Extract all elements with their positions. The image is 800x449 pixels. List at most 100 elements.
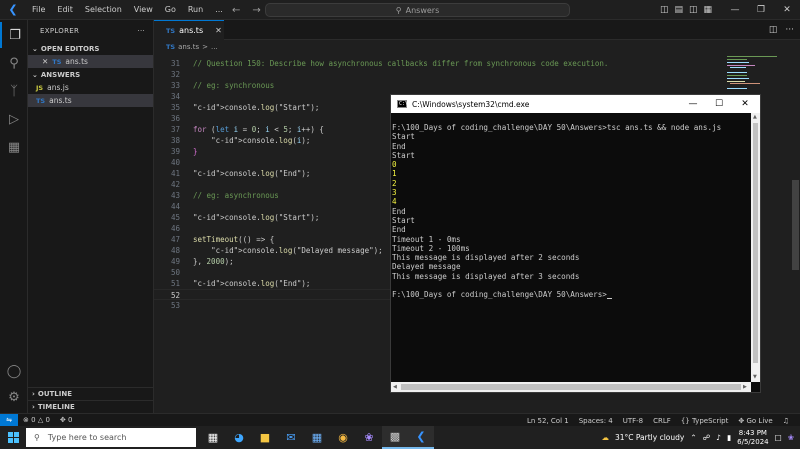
- scroll-up-icon[interactable]: ▲: [753, 114, 757, 120]
- remote-icon[interactable]: ⇋: [0, 413, 18, 427]
- outline-section[interactable]: › OUTLINE: [28, 387, 154, 400]
- layout-controls: ◫ ▤ ◫ ▦: [660, 0, 712, 20]
- weather-text[interactable]: 31°C Partly cloudy: [615, 433, 684, 442]
- open-editors-section[interactable]: ⌄ OPEN EDITORS: [28, 42, 153, 55]
- cursor-position[interactable]: Ln 52, Col 1: [522, 417, 574, 425]
- cmd-output-line: 4: [392, 197, 397, 207]
- file-item-ans-ts[interactable]: TS ans.ts: [28, 94, 153, 107]
- breadcrumb-file[interactable]: ans.ts: [178, 43, 199, 51]
- start-button[interactable]: [0, 426, 26, 449]
- close-icon[interactable]: ✕: [774, 0, 800, 20]
- problems-indicator[interactable]: ⊗ 0 △ 0: [18, 416, 55, 424]
- copilot-icon[interactable]: ❀: [356, 426, 382, 449]
- outline-label: OUTLINE: [37, 390, 73, 398]
- chevron-down-icon: ⌄: [32, 70, 38, 79]
- window-controls: — ❐ ✕: [722, 0, 800, 20]
- scroll-down-icon[interactable]: ▼: [753, 374, 757, 380]
- menu-run[interactable]: Run: [182, 0, 209, 20]
- cmd-title-bar[interactable]: C:\ C:\Windows\system32\cmd.exe — ☐ ✕: [391, 95, 760, 113]
- chrome-icon[interactable]: ◉: [330, 426, 356, 449]
- scroll-right-icon[interactable]: ▶: [743, 384, 747, 390]
- split-editor-icon[interactable]: ◫: [769, 25, 778, 35]
- menu-edit[interactable]: Edit: [51, 0, 79, 20]
- task-view-icon[interactable]: ▦: [200, 426, 226, 449]
- cmd-close-icon[interactable]: ✕: [733, 95, 757, 113]
- store-icon[interactable]: ▦: [304, 426, 330, 449]
- ports-count: 0: [68, 416, 73, 424]
- vscode-taskbar-icon[interactable]: ❮: [408, 426, 434, 449]
- cmd-output-line: Timeout 2 - 100ms: [392, 243, 470, 253]
- toggle-sidebar-icon[interactable]: ◫: [660, 5, 669, 15]
- cmd-horizontal-thumb[interactable]: [401, 384, 741, 390]
- menu-selection[interactable]: Selection: [79, 0, 128, 20]
- tab-ans-ts[interactable]: TS ans.ts ✕: [154, 20, 224, 40]
- menu-file[interactable]: File: [26, 0, 51, 20]
- minimap-line: [727, 72, 747, 73]
- close-editor-icon[interactable]: ✕: [42, 57, 48, 66]
- explorer-icon[interactable]: ❐: [0, 22, 28, 48]
- ports-indicator[interactable]: ✥ 0: [55, 416, 78, 424]
- explorer-title: EXPLORER: [40, 27, 80, 35]
- close-tab-icon[interactable]: ✕: [215, 26, 222, 35]
- open-editor-item[interactable]: ✕ TS ans.ts: [28, 55, 153, 68]
- toggle-secondary-sidebar-icon[interactable]: ◫: [689, 5, 698, 15]
- mail-icon[interactable]: ✉: [278, 426, 304, 449]
- taskbar-search[interactable]: ⚲ Type here to search: [26, 428, 196, 447]
- editor-tabs: TS ans.ts ✕ ◫ ···: [154, 20, 800, 40]
- breadcrumb-more[interactable]: ...: [211, 43, 218, 51]
- editor-scrollbar-thumb[interactable]: [792, 180, 799, 270]
- timeline-section[interactable]: › TIMELINE: [28, 400, 154, 413]
- answers-folder-section[interactable]: ⌄ ANSWERS: [28, 68, 153, 81]
- restore-icon[interactable]: ❐: [748, 0, 774, 20]
- cmd-maximize-icon[interactable]: ☐: [707, 95, 731, 113]
- clock[interactable]: 8:43 PM 6/5/2024: [737, 429, 768, 447]
- battery-icon[interactable]: ▮: [727, 433, 731, 442]
- more-actions-icon[interactable]: ···: [785, 25, 794, 35]
- end-of-line[interactable]: CRLF: [648, 417, 676, 425]
- menu-go[interactable]: Go: [159, 0, 182, 20]
- volume-icon[interactable]: ♪: [716, 433, 721, 442]
- cmd-minimize-icon[interactable]: —: [681, 95, 705, 113]
- toggle-panel-icon[interactable]: ▤: [675, 5, 684, 15]
- forward-arrow-icon[interactable]: →: [252, 5, 260, 16]
- search-view-icon[interactable]: ⚲: [0, 50, 28, 76]
- cmd-output-line: Start: [392, 215, 415, 225]
- weather-icon: ☁: [601, 433, 609, 442]
- minimap[interactable]: [725, 54, 785, 94]
- windows-logo-icon: [7, 432, 19, 443]
- folder-label: ANSWERS: [40, 70, 81, 79]
- run-debug-icon[interactable]: ▷: [0, 106, 28, 132]
- indentation[interactable]: Spaces: 4: [574, 417, 618, 425]
- notifications-icon[interactable]: □: [775, 433, 782, 442]
- file-item-ans-js[interactable]: JS ans.js: [28, 81, 153, 94]
- menu-view[interactable]: View: [128, 0, 159, 20]
- cmd-output-line: 3: [392, 188, 397, 198]
- extensions-icon[interactable]: ▦: [0, 134, 28, 160]
- cmd-taskbar-icon[interactable]: ▩: [382, 426, 408, 449]
- settings-gear-icon[interactable]: ⚙: [0, 384, 28, 410]
- edge-browser-icon[interactable]: ◕: [226, 426, 252, 449]
- more-actions-icon[interactable]: ···: [137, 27, 145, 35]
- cmd-vertical-scrollbar[interactable]: ▲ ▼: [751, 113, 760, 382]
- file-explorer-icon[interactable]: ■: [252, 426, 278, 449]
- menu-more[interactable]: ...: [209, 0, 229, 20]
- scroll-left-icon[interactable]: ◀: [393, 384, 397, 390]
- cmd-output[interactable]: F:\100_Days of coding_challenge\DAY 50\A…: [391, 113, 751, 382]
- open-editor-filename: ans.ts: [65, 57, 88, 66]
- back-arrow-icon[interactable]: ←: [232, 5, 240, 16]
- command-center-search[interactable]: ⚲ Answers: [265, 3, 570, 17]
- language-mode[interactable]: {} TypeScript: [676, 417, 734, 425]
- minimize-icon[interactable]: —: [722, 0, 748, 20]
- copilot-tray-icon[interactable]: ❀: [788, 433, 794, 442]
- cmd-vertical-thumb[interactable]: [753, 123, 758, 363]
- notifications-bell-icon[interactable]: ♫: [778, 417, 794, 425]
- source-control-icon[interactable]: ᛉ: [0, 78, 28, 104]
- customize-layout-icon[interactable]: ▦: [704, 5, 713, 15]
- account-icon[interactable]: ◯: [0, 358, 28, 384]
- go-live-button[interactable]: ✥ Go Live: [733, 417, 777, 425]
- chevron-right-icon: ›: [32, 390, 35, 398]
- show-hidden-icons-icon[interactable]: ⌃: [690, 433, 696, 442]
- encoding[interactable]: UTF-8: [618, 417, 648, 425]
- cmd-horizontal-scrollbar[interactable]: ◀ ▶: [391, 382, 751, 392]
- network-icon[interactable]: ☍: [703, 433, 711, 442]
